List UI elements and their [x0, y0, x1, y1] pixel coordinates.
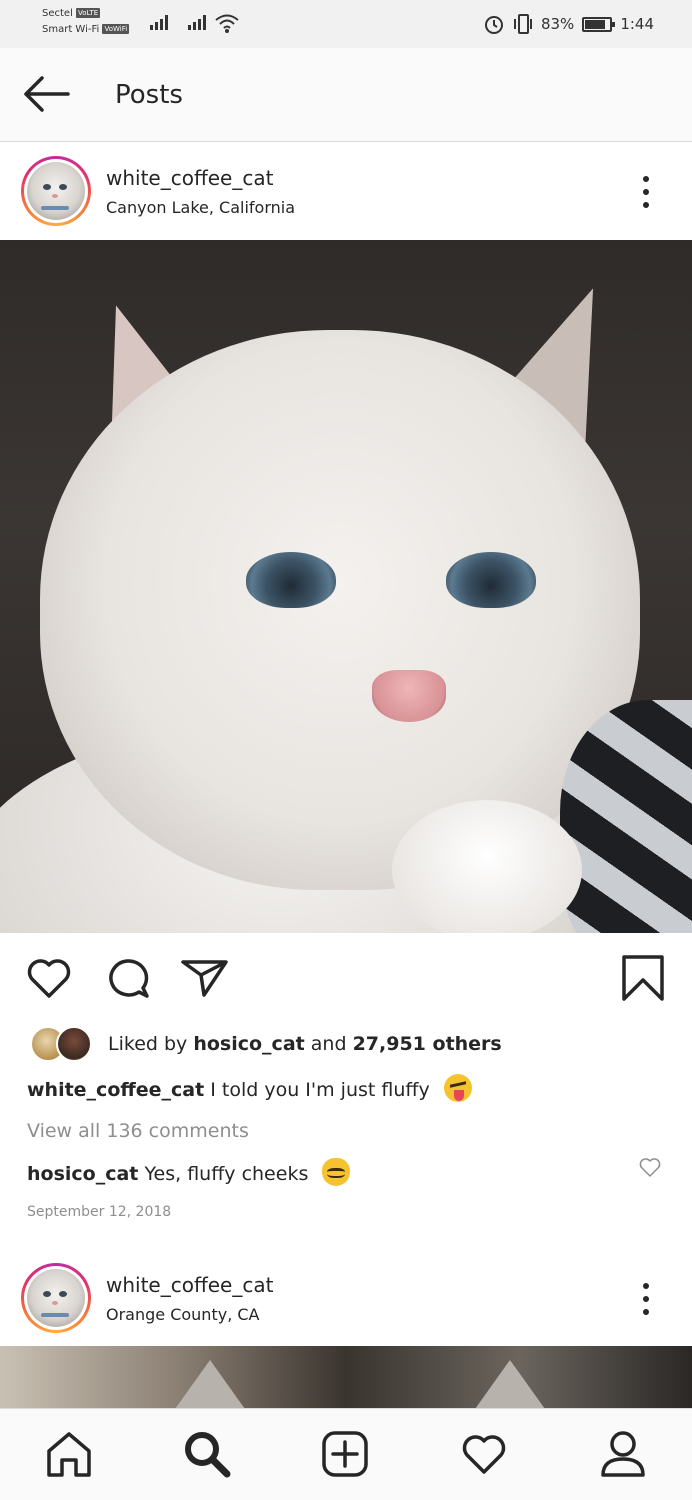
- heart-icon: [27, 959, 71, 998]
- post-header: white_coffee_cat Canyon Lake, California: [0, 142, 692, 240]
- more-options-button[interactable]: [634, 1279, 658, 1319]
- carrier-2-name: Smart Wi-Fi: [42, 24, 100, 35]
- post-photo[interactable]: [0, 1346, 692, 1410]
- nav-profile-button[interactable]: [598, 1429, 648, 1479]
- more-options-button[interactable]: [634, 172, 658, 212]
- squinting-tongue-emoji-icon: [443, 1074, 472, 1102]
- grinning-cat-emoji-icon: [322, 1158, 351, 1186]
- avatar-photo: [27, 1269, 85, 1327]
- status-right: 83% 1:44: [483, 13, 654, 35]
- avatar[interactable]: [21, 156, 91, 226]
- more-vertical-icon: [643, 1283, 649, 1289]
- battery-percent: 83%: [540, 15, 575, 33]
- bookmark-icon: [622, 955, 664, 1001]
- avatar-photo: [27, 162, 85, 220]
- liker-avatar: [56, 1026, 92, 1062]
- post-caption: white_coffee_cat I told you I'm just flu…: [27, 1074, 667, 1104]
- vowifi-badge: VoWiFi: [102, 24, 130, 34]
- paper-plane-icon: [181, 960, 228, 997]
- bottom-navigation: [0, 1408, 692, 1500]
- like-button[interactable]: [24, 953, 74, 1003]
- comment: hosico_cat Yes, fluffy cheeks: [27, 1158, 351, 1186]
- post-username[interactable]: white_coffee_cat: [106, 166, 273, 190]
- nav-add-post-button[interactable]: [320, 1429, 370, 1479]
- heart-icon: [462, 1435, 506, 1474]
- signal-2-icon: [188, 14, 206, 30]
- home-icon: [47, 1432, 91, 1477]
- profile-icon: [601, 1431, 645, 1477]
- battery-icon: [582, 16, 616, 32]
- likes-prefix: Liked by: [108, 1033, 188, 1055]
- comment-button[interactable]: [102, 953, 152, 1003]
- status-bar: Sectel VoLTE Smart Wi-Fi VoWiFi 83% 1:44: [0, 0, 692, 48]
- liker-username[interactable]: hosico_cat: [193, 1033, 304, 1055]
- likes-summary[interactable]: Liked by hosico_cat and 27,951 others: [30, 1024, 502, 1064]
- post-location[interactable]: Canyon Lake, California: [106, 198, 295, 217]
- comment-text: Yes, fluffy cheeks: [144, 1163, 309, 1185]
- post-actions: [0, 933, 692, 1021]
- nav-home-button[interactable]: [44, 1429, 94, 1479]
- vibrate-icon: [513, 14, 532, 34]
- top-header: Posts: [0, 48, 692, 142]
- search-icon: [185, 1432, 231, 1478]
- post-date: September 12, 2018: [27, 1204, 172, 1220]
- heart-icon: [639, 1158, 661, 1177]
- liker-avatars: [30, 1026, 96, 1062]
- comment-like-button[interactable]: [638, 1155, 662, 1179]
- view-all-comments-link[interactable]: View all 136 comments: [27, 1120, 249, 1142]
- carrier-1-name: Sectel: [42, 8, 73, 19]
- more-vertical-icon: [643, 176, 649, 182]
- post-username[interactable]: white_coffee_cat: [106, 1273, 273, 1297]
- avatar[interactable]: [21, 1263, 91, 1333]
- clock: 1:44: [620, 15, 654, 33]
- likes-joiner: and: [310, 1033, 347, 1055]
- save-button[interactable]: [618, 953, 668, 1003]
- alarm-icon: [484, 16, 503, 34]
- post-photo[interactable]: [0, 240, 692, 933]
- likes-others[interactable]: 27,951 others: [353, 1033, 502, 1055]
- plus-square-icon: [322, 1431, 368, 1477]
- nav-search-button[interactable]: [182, 1429, 232, 1479]
- comment-username[interactable]: hosico_cat: [27, 1163, 138, 1185]
- wifi-icon: [215, 14, 239, 33]
- post-header: white_coffee_cat Orange County, CA: [0, 1249, 692, 1347]
- caption-username[interactable]: white_coffee_cat: [27, 1079, 204, 1101]
- signal-1-icon: [150, 14, 168, 30]
- comment-bubble-icon: [109, 959, 149, 998]
- back-button[interactable]: [18, 72, 74, 116]
- page-title: Posts: [115, 80, 183, 110]
- arrow-left-icon: [24, 76, 70, 112]
- volte-badge: VoLTE: [76, 8, 101, 18]
- share-button[interactable]: [180, 953, 230, 1003]
- carrier-info: Sectel VoLTE Smart Wi-Fi VoWiFi: [42, 6, 130, 38]
- post-location[interactable]: Orange County, CA: [106, 1305, 259, 1324]
- nav-activity-button[interactable]: [459, 1429, 509, 1479]
- caption-text: I told you I'm just fluffy: [210, 1079, 430, 1101]
